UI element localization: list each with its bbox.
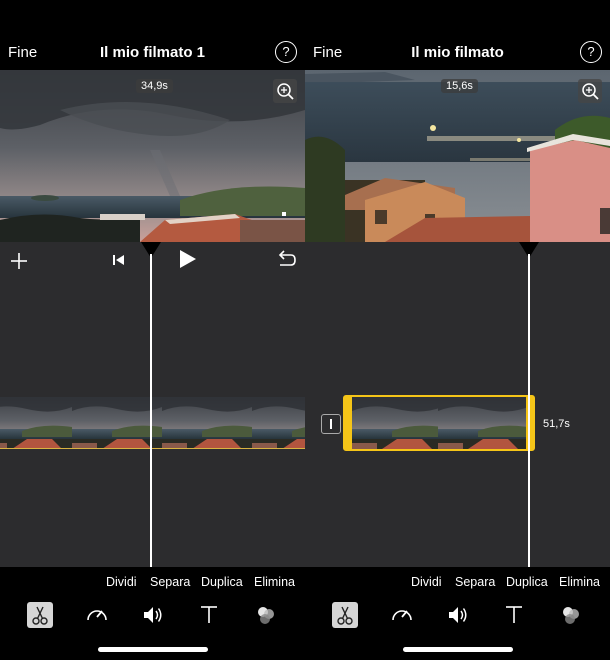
zoom-in-icon	[277, 83, 294, 100]
plus-icon	[11, 253, 27, 269]
skip-to-start-button[interactable]	[110, 251, 128, 274]
clip-actions-bar: Dividi Separa Duplica Elimina	[0, 567, 305, 597]
editor-pane-right: Fine Il mio filmato ? 15,6s 51,7s Dividi…	[305, 0, 610, 660]
home-indicator[interactable]	[98, 647, 208, 652]
clip-thumbnail	[72, 397, 162, 449]
undo-icon	[278, 250, 296, 266]
detach-action[interactable]: Separa	[150, 575, 190, 589]
preview-time-badge: 15,6s	[441, 79, 478, 93]
preview-frame-image	[305, 70, 610, 242]
speed-tool[interactable]	[84, 602, 110, 628]
clip-actions-bar: Dividi Separa Duplica Elimina	[305, 567, 610, 597]
preview-frame-image	[0, 70, 305, 242]
skip-to-start-icon	[113, 255, 124, 265]
undo-button[interactable]	[275, 249, 297, 276]
clip-thumbnail	[0, 397, 72, 449]
scissors-tool[interactable]	[27, 602, 53, 628]
clip-thumbnail	[352, 397, 442, 449]
filters-tool[interactable]	[253, 602, 279, 628]
video-preview[interactable]: 34,9s	[0, 70, 305, 242]
project-title: Il mio filmato 1	[99, 44, 205, 61]
home-indicator[interactable]	[403, 647, 513, 652]
detach-action[interactable]: Separa	[455, 575, 495, 589]
delete-action[interactable]: Elimina	[559, 575, 600, 589]
project-title: Il mio filmato	[411, 44, 504, 61]
clip-bottom-edge	[0, 448, 305, 449]
help-button[interactable]: ?	[580, 41, 602, 63]
text-icon	[201, 606, 217, 623]
add-media-button[interactable]	[8, 250, 30, 277]
timeline[interactable]: 51,7s	[305, 242, 610, 567]
clip-thumbnail	[162, 397, 252, 449]
volume-tool[interactable]	[140, 602, 166, 628]
zoom-button[interactable]	[273, 79, 297, 103]
clip-duration: 51,7s	[543, 418, 570, 430]
transition-button[interactable]	[321, 414, 341, 434]
zoom-in-icon	[582, 83, 599, 100]
playhead[interactable]	[528, 254, 530, 567]
filters-tool[interactable]	[558, 602, 584, 628]
timeline[interactable]	[0, 242, 305, 567]
scissors-icon	[337, 606, 353, 625]
tool-bar	[305, 598, 610, 632]
preview-time-badge: 34,9s	[136, 79, 173, 93]
top-bar: Fine Il mio filmato 1 ?	[0, 36, 305, 70]
done-button[interactable]: Fine	[313, 44, 342, 61]
speedometer-icon	[87, 610, 107, 621]
clip-thumbnail	[438, 397, 526, 449]
clip-thumbnail	[252, 397, 305, 449]
split-action[interactable]: Dividi	[411, 575, 442, 589]
speaker-icon	[449, 607, 467, 623]
selected-clip[interactable]	[343, 395, 535, 451]
volume-tool[interactable]	[445, 602, 471, 628]
video-preview[interactable]: 15,6s	[305, 70, 610, 242]
scissors-tool[interactable]	[332, 602, 358, 628]
play-button[interactable]	[177, 248, 199, 275]
zoom-button[interactable]	[578, 79, 602, 103]
split-action[interactable]: Dividi	[106, 575, 137, 589]
text-icon	[506, 606, 522, 623]
speedometer-icon	[392, 610, 412, 621]
filters-icon	[563, 607, 579, 624]
duplicate-action[interactable]: Duplica	[201, 575, 243, 589]
filters-icon	[258, 607, 274, 624]
play-icon	[180, 250, 196, 268]
playhead[interactable]	[150, 254, 152, 567]
text-tool[interactable]	[501, 602, 527, 628]
scissors-icon	[32, 606, 48, 625]
duplicate-action[interactable]: Duplica	[506, 575, 548, 589]
speaker-icon	[144, 607, 162, 623]
speed-tool[interactable]	[389, 602, 415, 628]
tool-bar	[0, 598, 305, 632]
help-button[interactable]: ?	[275, 41, 297, 63]
done-button[interactable]: Fine	[8, 44, 37, 61]
clip-strip	[352, 397, 526, 449]
top-bar: Fine Il mio filmato ?	[305, 36, 610, 70]
clip-strip[interactable]	[0, 397, 305, 449]
delete-action[interactable]: Elimina	[254, 575, 295, 589]
text-tool[interactable]	[196, 602, 222, 628]
editor-pane-left: Fine Il mio filmato 1 ? 34,9s Dividi Sep…	[0, 0, 305, 660]
